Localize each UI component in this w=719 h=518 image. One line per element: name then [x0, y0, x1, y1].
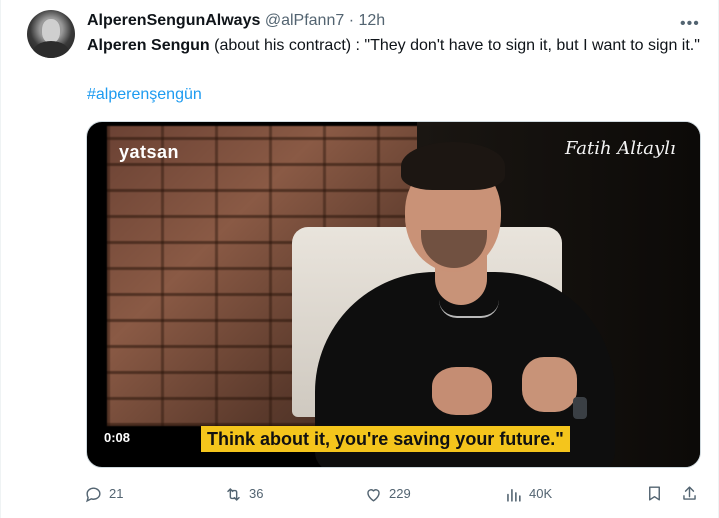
- like-icon: [367, 488, 380, 502]
- avatar[interactable]: [27, 10, 75, 58]
- tweet-actions: 21 36 229 40K: [84, 484, 704, 506]
- video-player[interactable]: yatsan Fatih Altaylı Think about it, you…: [86, 121, 701, 468]
- views-count: 40K: [529, 486, 553, 501]
- share-icon: [683, 486, 696, 500]
- tweet-card[interactable]: AlperenSengunAlways @alPfann7 · 12h ••• …: [0, 0, 719, 518]
- display-name[interactable]: AlperenSengunAlways: [87, 12, 260, 29]
- video-subtitle: Think about it, you're saving your futur…: [201, 426, 570, 452]
- reply-button[interactable]: 21: [84, 484, 123, 504]
- separator: ·: [348, 12, 355, 29]
- avatar-shoulders: [33, 41, 69, 58]
- necklace: [439, 300, 499, 318]
- bookmark-icon: [649, 486, 660, 501]
- hair: [401, 142, 505, 190]
- handle[interactable]: @alPfann7: [265, 12, 344, 29]
- tweet-text: Alperen Sengun (about his contract) : "T…: [87, 35, 707, 56]
- host-signature: Fatih Altaylı: [565, 138, 676, 159]
- views-button[interactable]: 40K: [504, 484, 552, 504]
- retweet-button[interactable]: 36: [224, 484, 263, 504]
- avatar-face: [42, 19, 60, 43]
- video-duration: 0:08: [99, 428, 136, 448]
- share-button[interactable]: [680, 484, 699, 503]
- right-hand: [522, 357, 577, 412]
- left-hand: [432, 367, 492, 415]
- timestamp[interactable]: 12h: [358, 12, 385, 29]
- retweet-icon: [227, 487, 240, 501]
- retweet-count: 36: [249, 486, 264, 501]
- video-frame: [87, 122, 700, 467]
- like-button[interactable]: 229: [364, 484, 411, 504]
- bookmark-button[interactable]: [645, 484, 664, 503]
- watch: [573, 397, 587, 419]
- tweet-header: AlperenSengunAlways @alPfann7 · 12h: [87, 11, 385, 31]
- more-icon[interactable]: •••: [680, 15, 700, 33]
- tweet-text-bold: Alperen Sengun: [87, 37, 210, 54]
- hashtag-link[interactable]: #alperenşengün: [87, 84, 202, 105]
- reply-count: 21: [109, 486, 124, 501]
- like-count: 229: [389, 486, 411, 501]
- channel-logo: yatsan: [119, 142, 180, 162]
- tweet-text-rest: (about his contract) : "They don't have …: [209, 37, 700, 54]
- reply-icon: [86, 486, 101, 502]
- views-icon: [507, 488, 521, 502]
